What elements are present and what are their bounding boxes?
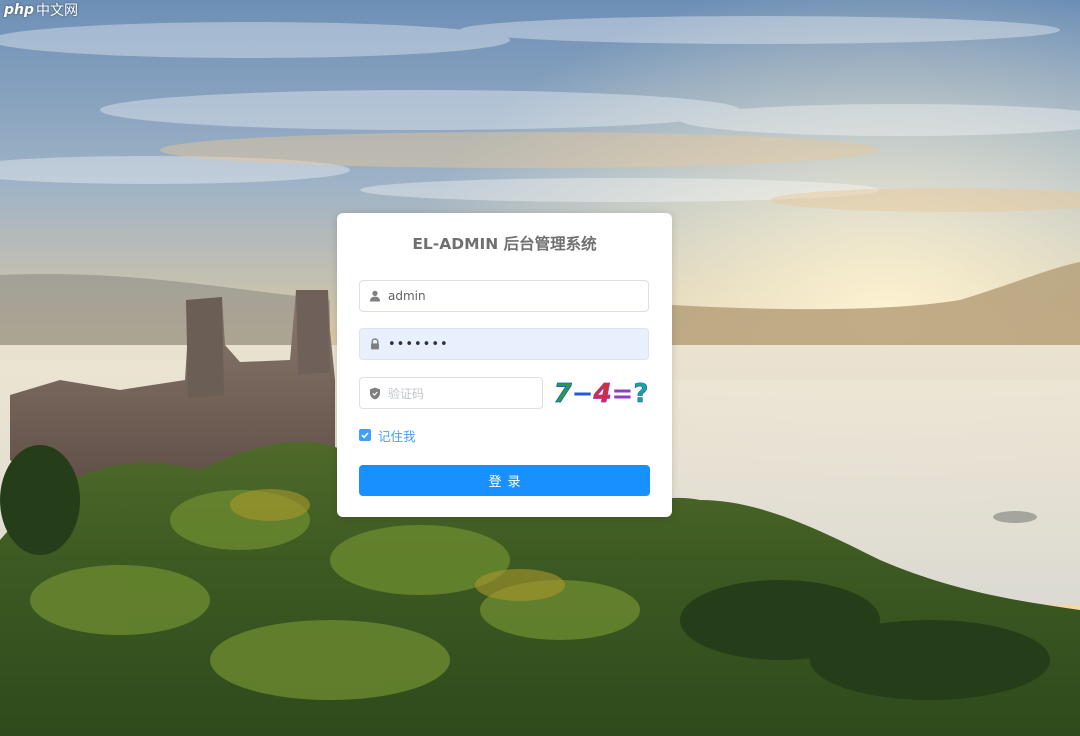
login-card: EL-ADMIN 后台管理系统 admin ••••••• 验证码 7−4=? … (337, 213, 672, 517)
user-icon (363, 281, 387, 311)
check-icon (359, 429, 371, 441)
username-field[interactable]: admin (359, 280, 649, 312)
lock-icon (363, 329, 387, 359)
shield-icon (363, 378, 387, 408)
watermark: php 中文网 (4, 0, 78, 20)
username-value: admin (388, 289, 426, 303)
login-button[interactable]: 登录 (359, 465, 650, 496)
password-value: ••••••• (388, 336, 449, 352)
remember-me-checkbox[interactable]: 记住我 (359, 427, 416, 444)
remember-me-label: 记住我 (378, 428, 416, 444)
login-title: EL-ADMIN 后台管理系统 (412, 235, 597, 253)
captcha-text: 7−4=? (554, 379, 649, 409)
php-logo: php (4, 2, 35, 18)
password-field[interactable]: ••••••• (359, 328, 649, 360)
watermark-text: 中文网 (36, 3, 79, 19)
captcha-image[interactable]: 7−4=? (553, 377, 649, 409)
captcha-code-field[interactable]: 验证码 (359, 377, 543, 409)
captcha-placeholder: 验证码 (388, 386, 425, 401)
